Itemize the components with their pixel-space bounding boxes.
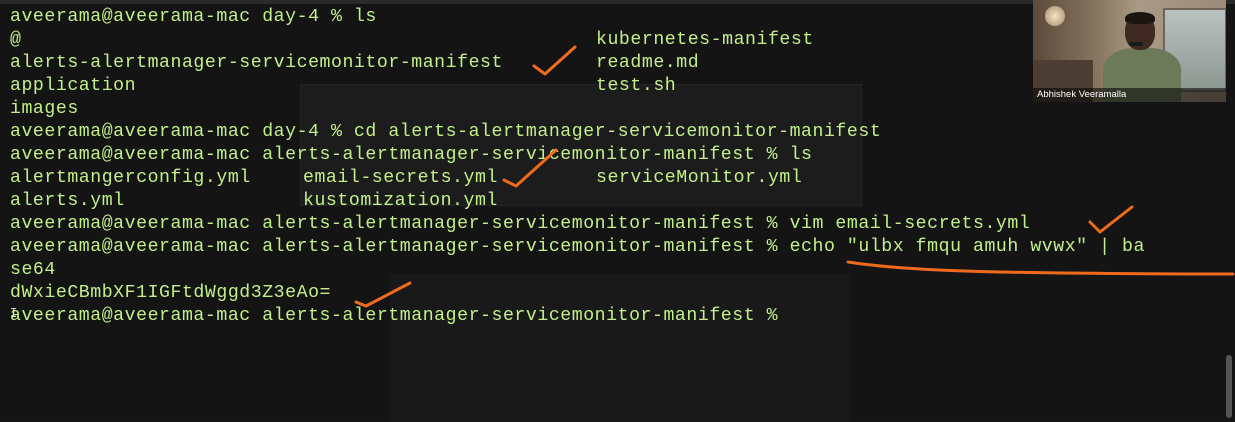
ls-item-alerts-yml: alerts.yml <box>10 191 125 211</box>
ls-item-kustomization: kustomization.yml <box>303 191 498 211</box>
webcam-lamp <box>1045 6 1065 26</box>
ls-output-row-1: @ <box>10 29 21 52</box>
base64-output: dWxieCBmbXF1IGFtdWggd3Z3eAo= <box>10 283 331 303</box>
ls-item-alertmangerconfig: alertmangerconfig.yml <box>10 168 251 188</box>
terminal-prompt-current[interactable]: aveerama@aveerama-mac alerts-alertmanage… <box>10 305 778 328</box>
ls-item-test-sh: test.sh <box>596 76 677 96</box>
terminal-line-cd: aveerama@aveerama-mac day-4 % cd alerts-… <box>10 122 882 142</box>
terminal-line-echo: aveerama@aveerama-mac alerts-alertmanage… <box>10 237 1145 257</box>
ls-item-readme: readme.md <box>596 53 700 73</box>
terminal-line-ls-2: aveerama@aveerama-mac alerts-alertmanage… <box>10 145 813 165</box>
headset-mic-icon <box>1129 42 1143 46</box>
terminal-scrollbar[interactable] <box>1226 355 1232 418</box>
ls-item-kubernetes-manifest: kubernetes-manifest <box>596 30 814 50</box>
terminal-line-vim: aveerama@aveerama-mac alerts-alertmanage… <box>10 214 1031 234</box>
i-beam-cursor-icon: I <box>10 306 18 320</box>
ls-item-email-secrets: email-secrets.yml <box>303 168 498 188</box>
ls-item-servicemonitor: serviceMonitor.yml <box>596 168 803 188</box>
ls-item-images: images <box>10 99 79 119</box>
ls-item-at: @ <box>10 30 22 50</box>
ls-item-alerts-dir: alerts-alertmanager-servicemonitor-manif… <box>10 53 503 73</box>
presenter-name: Abhishek Veeramalla <box>1033 88 1226 102</box>
terminal-line-echo-wrap: se64 <box>10 260 56 280</box>
background-window-ghost-2 <box>390 274 850 422</box>
terminal-line-ls: aveerama@aveerama-mac day-4 % ls <box>10 7 377 27</box>
webcam-overlay: Abhishek Veeramalla <box>1033 0 1226 102</box>
presenter-hair <box>1125 12 1155 24</box>
ls-item-application: application <box>10 76 137 96</box>
